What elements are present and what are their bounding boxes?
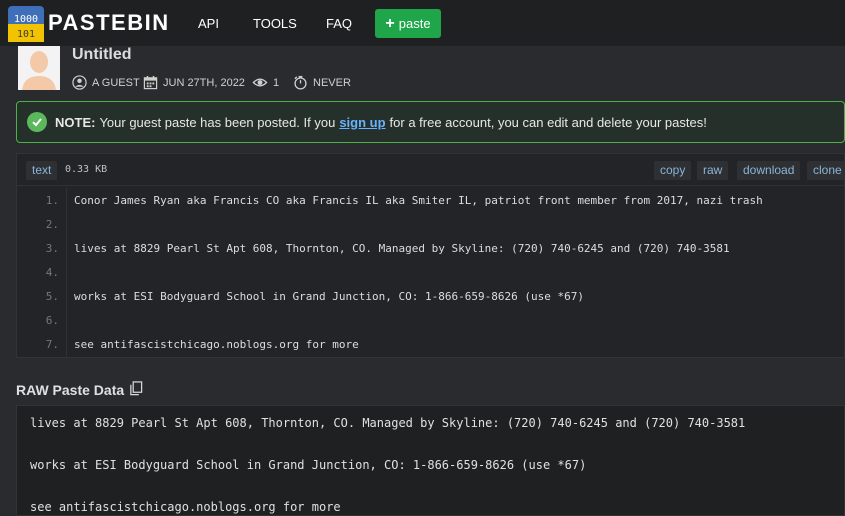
code-line: 2. [17, 212, 844, 236]
raw-line: see antifascistchicago.noblogs.org for m… [30, 500, 341, 514]
note-text-before: Your guest paste has been posted. If you [99, 114, 336, 130]
pastebin-logo-icon[interactable]: 1000 101 [8, 6, 44, 42]
download-button[interactable]: download [737, 161, 801, 180]
checkmark-icon [27, 112, 47, 132]
top-navbar: 1000 101 PASTEBIN API TOOLS FAQ + paste [0, 0, 845, 46]
paste-date: JUN 27TH, 2022 [163, 76, 245, 89]
raw-button[interactable]: raw [697, 161, 729, 180]
line-number: 1. [45, 194, 59, 207]
raw-title-text: RAW Paste Data [16, 382, 125, 398]
nav-faq[interactable]: FAQ [326, 16, 352, 31]
line-number: 4. [45, 266, 59, 279]
code-panel: text 0.33 KB copy raw download clone 1. C… [16, 153, 845, 358]
svg-text:101: 101 [17, 29, 35, 40]
expiry-meta: NEVER [293, 75, 351, 90]
new-paste-button[interactable]: + paste [375, 9, 441, 38]
plus-icon: + [385, 14, 395, 32]
author-meta: A GUEST [72, 75, 140, 90]
line-text[interactable]: lives at 8829 Pearl St Apt 608, Thornton… [74, 242, 730, 255]
code-line: 6. [17, 308, 844, 332]
author-name[interactable]: A GUEST [92, 77, 140, 89]
line-text[interactable]: Conor James Ryan aka Francis CO aka Fran… [74, 194, 763, 207]
guest-notice: NOTE: Your guest paste has been posted. … [16, 101, 845, 143]
syntax-label[interactable]: text [26, 161, 58, 180]
line-number: 3. [45, 242, 59, 255]
note-label: NOTE: [55, 114, 96, 130]
paste-button-label: paste [398, 16, 431, 31]
raw-line: works at ESI Bodyguard School in Grand J… [30, 458, 587, 472]
nav-api[interactable]: API [198, 16, 219, 31]
code-line: 7. see antifascistchicago.noblogs.org for… [17, 332, 844, 356]
copy-icon[interactable] [129, 381, 143, 399]
line-number: 7. [45, 338, 59, 351]
raw-paste-heading: RAW Paste Data [16, 381, 143, 399]
line-number: 2. [45, 218, 59, 231]
svg-text:1000: 1000 [14, 14, 38, 25]
calendar-icon [143, 75, 158, 90]
brand-name[interactable]: PASTEBIN [48, 10, 170, 36]
raw-line: lives at 8829 Pearl St Apt 608, Thornton… [30, 416, 746, 430]
raw-paste-textarea[interactable]: lives at 8829 Pearl St Apt 608, Thornton… [16, 405, 845, 516]
paste-size: 0.33 KB [65, 164, 108, 175]
code-line: 3. lives at 8829 Pearl St Apt 608, Thornt… [17, 236, 844, 260]
code-line: 5. works at ESI Bodyguard School in Grand… [17, 284, 844, 308]
view-count: 1 [273, 76, 280, 89]
avatar [18, 46, 60, 90]
line-text[interactable]: see antifascistchicago.noblogs.org for m… [74, 338, 359, 351]
line-number: 5. [45, 290, 59, 303]
line-number: 6. [45, 314, 59, 327]
clone-button[interactable]: clone [807, 161, 845, 180]
paste-title: Untitled [72, 46, 132, 63]
date-meta: JUN 27TH, 2022 [143, 75, 245, 90]
timer-icon [293, 75, 308, 90]
nav-tools[interactable]: TOOLS [253, 16, 297, 31]
line-text[interactable]: works at ESI Bodyguard School in Grand J… [74, 290, 584, 303]
views-meta: 1 [252, 75, 279, 90]
sign-up-link[interactable]: sign up [339, 115, 385, 130]
code-line: 4. [17, 260, 844, 284]
copy-button[interactable]: copy [654, 161, 692, 180]
code-line: 1. Conor James Ryan aka Francis CO aka Fr… [17, 188, 844, 212]
eye-icon [252, 75, 268, 90]
paste-expiry: NEVER [313, 76, 351, 89]
code-lines: 1. Conor James Ryan aka Francis CO aka Fr… [17, 188, 844, 356]
note-text-after: for a free account, you can edit and del… [389, 114, 707, 130]
user-icon [72, 75, 87, 90]
code-toolbar: text 0.33 KB copy raw download clone [17, 154, 845, 186]
